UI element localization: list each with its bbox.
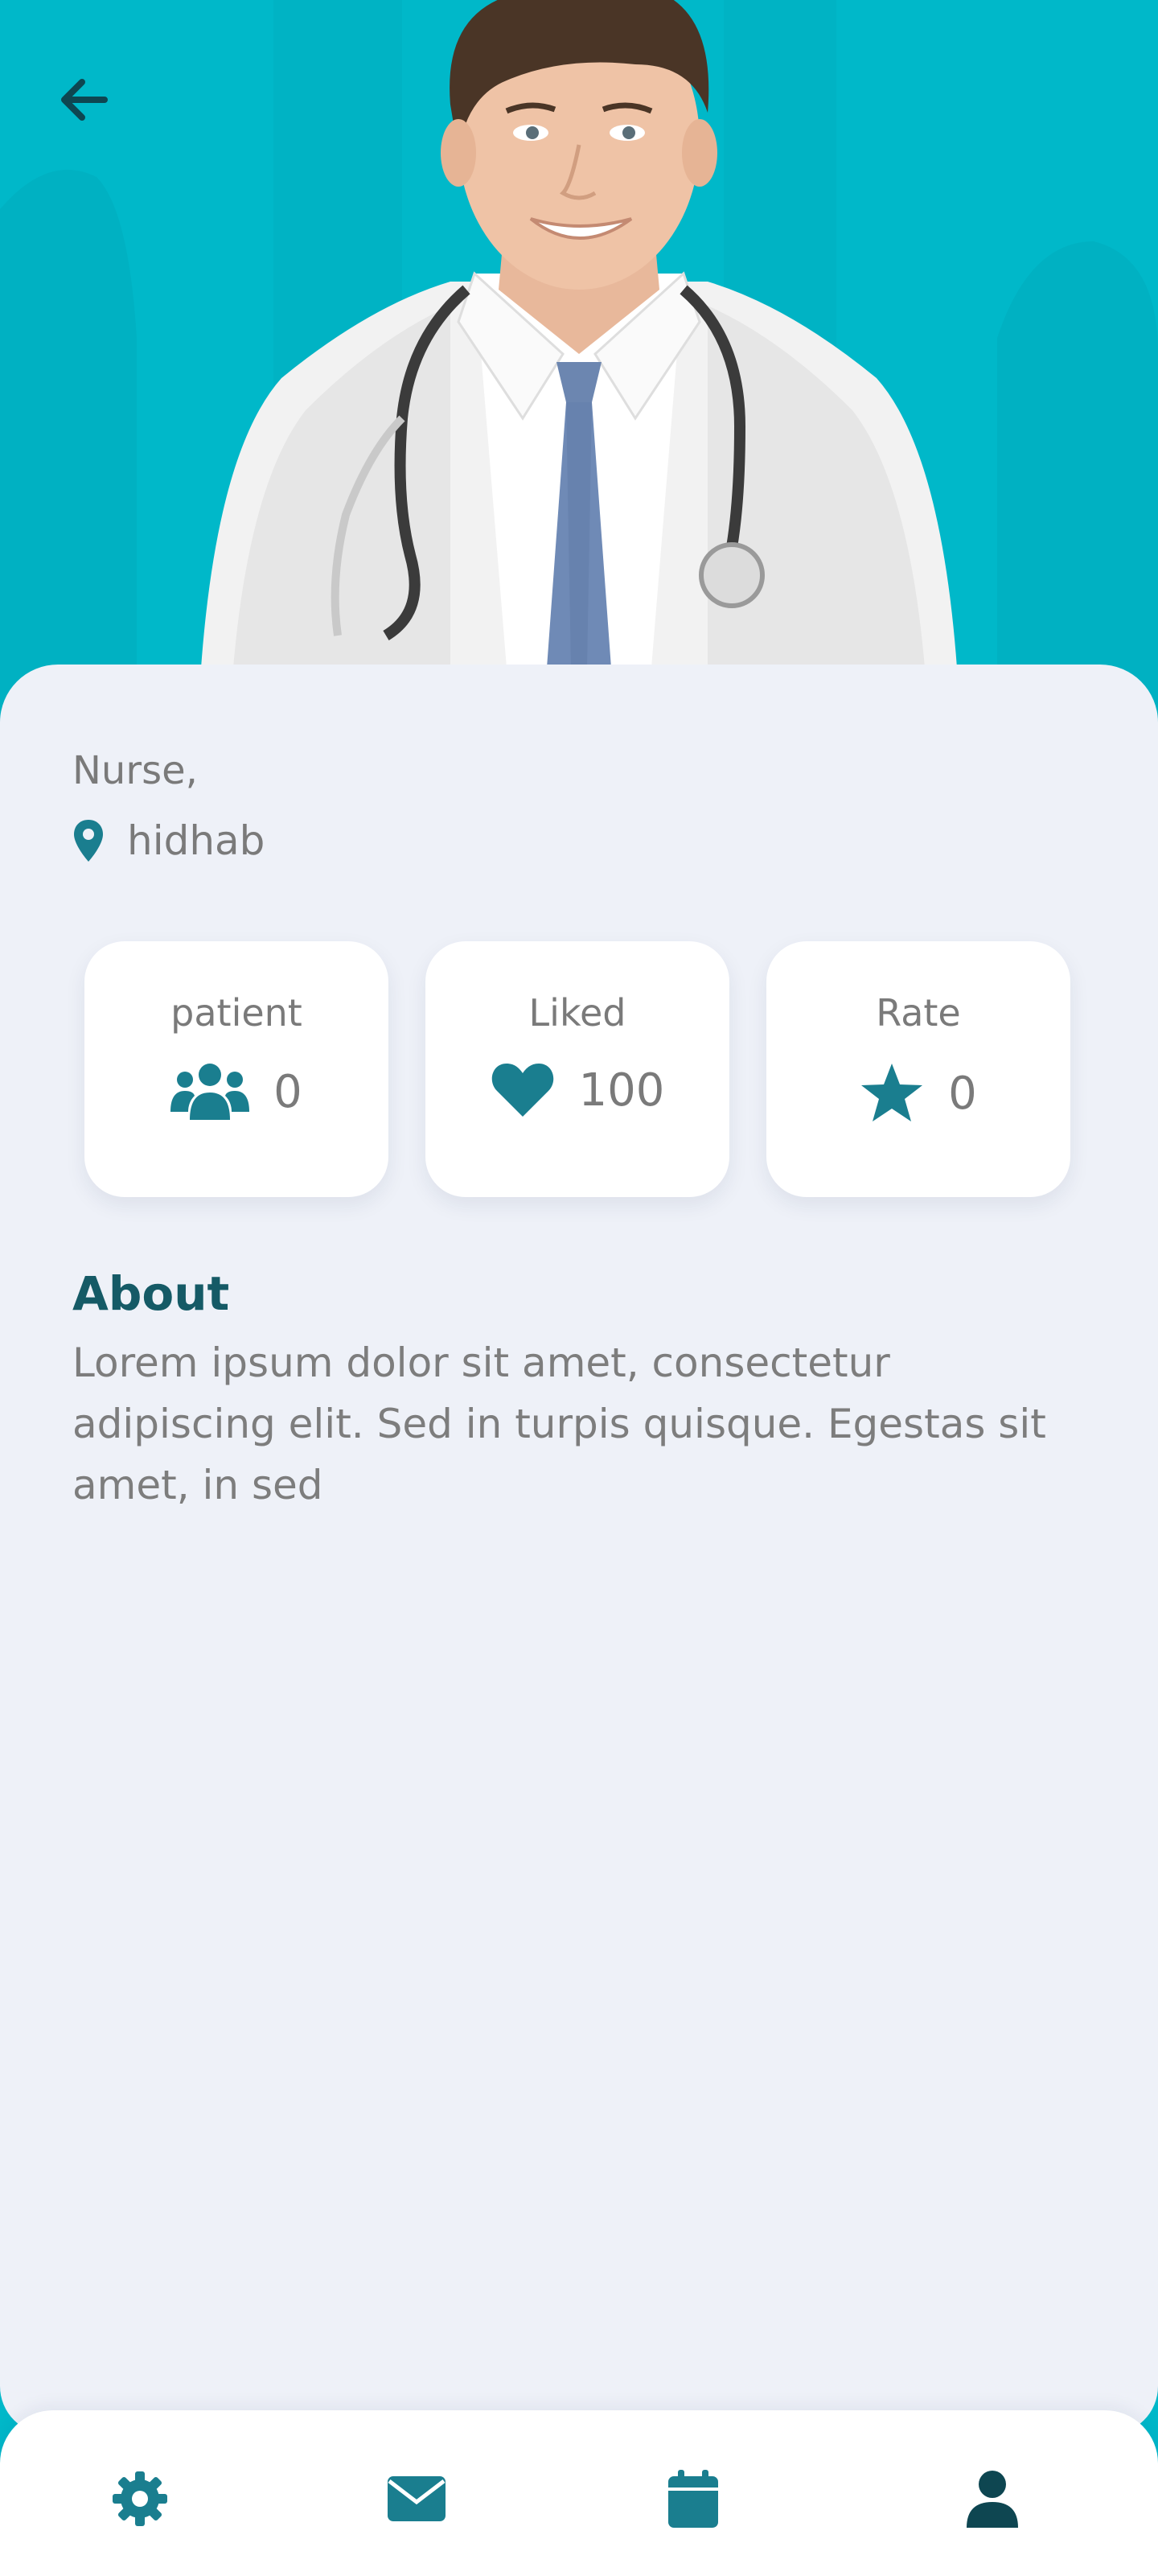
profile-location-text: hidhab (127, 817, 265, 864)
stat-value: 0 (273, 1065, 302, 1118)
nav-messages[interactable] (376, 2459, 457, 2539)
heart-icon (491, 1064, 553, 1117)
stat-card-rate: Rate 0 (766, 941, 1070, 1197)
stat-value: 0 (948, 1067, 977, 1120)
profile-sheet: Nurse, hidhab patient 0 Liked 100 Rate 0… (0, 665, 1158, 2434)
star-icon (861, 1064, 923, 1121)
nav-settings[interactable] (100, 2459, 180, 2539)
gear-icon (113, 2471, 167, 2526)
stat-value-row: 0 (766, 1062, 1070, 1125)
arrow-left-icon (61, 79, 108, 121)
calendar-icon (668, 2470, 718, 2528)
stat-label: patient (170, 991, 302, 1035)
stats-row: patient 0 Liked 100 Rate 0 (84, 941, 1070, 1197)
stat-label: Liked (528, 991, 626, 1035)
stat-label: Rate (876, 991, 961, 1035)
envelope-icon (388, 2476, 446, 2521)
nav-calendar[interactable] (653, 2459, 733, 2539)
hero-banner (0, 0, 1158, 724)
about-text: Lorem ipsum dolor sit amet, consectetur … (72, 1339, 1046, 1508)
stat-value-row: 100 (425, 1062, 729, 1118)
profile-location: hidhab (72, 817, 265, 864)
stat-card-patient: patient 0 (84, 941, 388, 1197)
stat-value-row: 0 (84, 1062, 388, 1121)
stat-card-liked: Liked 100 (425, 941, 729, 1197)
map-pin-icon (74, 820, 103, 862)
users-icon (170, 1064, 250, 1120)
about-title: About (72, 1266, 230, 1321)
doctor-profile-screen: Nurse, hidhab patient 0 Liked 100 Rate 0… (0, 0, 1158, 2576)
bottom-nav (0, 2410, 1158, 2576)
doctor-photo (201, 0, 957, 668)
user-icon (967, 2471, 1018, 2528)
profile-role: Nurse, (72, 748, 198, 793)
stat-value: 100 (578, 1064, 665, 1117)
nav-profile[interactable] (952, 2459, 1033, 2539)
back-button[interactable] (48, 68, 119, 132)
